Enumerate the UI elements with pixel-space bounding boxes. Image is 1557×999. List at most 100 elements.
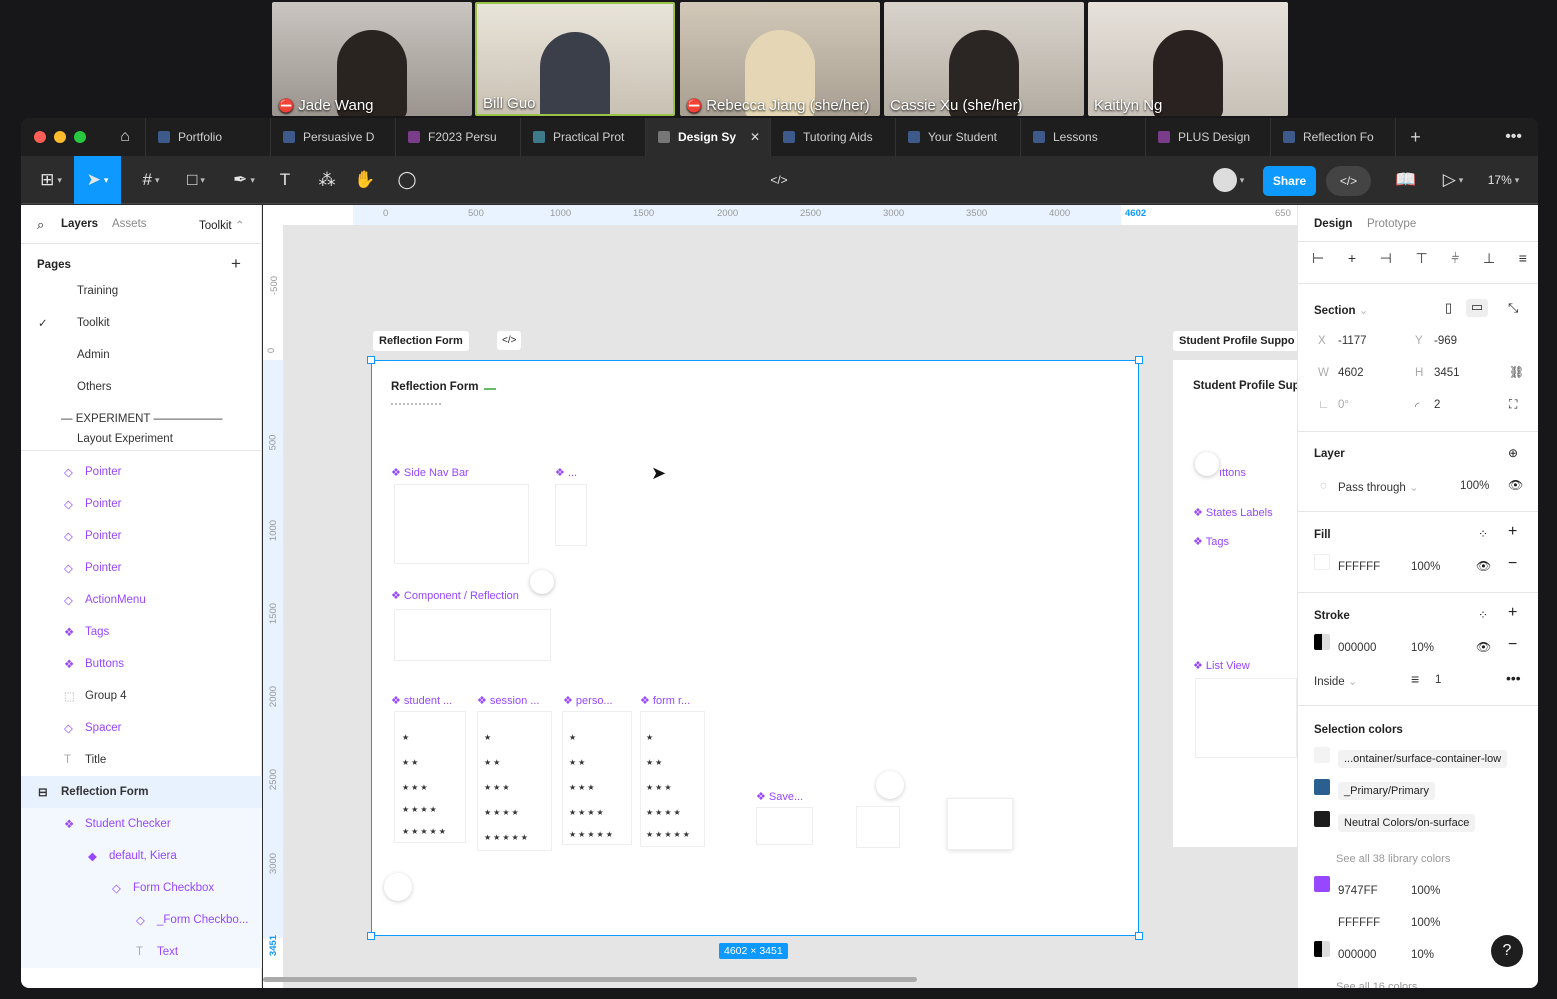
canvas[interactable]: 0 500 1000 1500 2000 2500 3000 3500 4000… [263, 205, 1297, 988]
layer-row[interactable]: ◇ Form Checkbox [21, 872, 262, 904]
library-color-name[interactable]: ...ontainer/surface-container-low [1338, 750, 1508, 768]
landscape-icon[interactable]: ▭ [1466, 299, 1488, 317]
search-icon[interactable]: ⌕ [37, 217, 44, 233]
width-field[interactable]: 4602 [1338, 367, 1364, 379]
tab-file[interactable]: Tutoring Aids [770, 118, 895, 156]
participant-tile[interactable]: ⛔ Rebecca Jiang (she/her) [680, 2, 880, 116]
page-item[interactable]: Training [21, 275, 262, 307]
home-icon[interactable]: ⌂ [105, 128, 145, 146]
participant-tile[interactable]: ⛔ Jade Wang [272, 2, 472, 116]
see-all-library-colors-link[interactable]: See all 38 library colors [1336, 853, 1450, 865]
tab-file[interactable]: Persuasive D [270, 118, 395, 156]
frame-label[interactable]: Reflection Form [373, 331, 469, 351]
stroke-weight-field[interactable]: 1 [1435, 674, 1441, 686]
hand-tool-icon[interactable]: ✋ [349, 156, 381, 204]
layer-row[interactable]: ❖ Buttons [21, 648, 262, 680]
rotation-field[interactable]: 0° [1338, 399, 1349, 411]
tab-layers[interactable]: Layers [61, 218, 98, 230]
color-swatch[interactable] [1314, 779, 1330, 795]
color-hex[interactable]: 9747FF [1338, 885, 1378, 897]
align-bottom-icon[interactable]: ⊥ [1483, 250, 1495, 267]
frame-dev-icon[interactable]: </> [497, 331, 522, 350]
main-menu-icon[interactable]: ⊞ ▾ [31, 156, 71, 204]
page-item[interactable]: — EXPERIMENT —————— [21, 403, 262, 435]
color-hex[interactable]: FFFFFF [1338, 917, 1380, 929]
pen-tool-icon[interactable]: ✒ ▾ [224, 156, 264, 204]
tab-file[interactable]: PLUS Design [1145, 118, 1270, 156]
add-fill-icon[interactable]: + [1508, 523, 1517, 541]
color-swatch[interactable] [1314, 747, 1330, 763]
components-icon[interactable]: ⁂ [311, 156, 343, 204]
move-tool-icon[interactable]: ➤ ▾ [74, 156, 121, 204]
color-swatch[interactable] [1314, 941, 1330, 957]
stroke-opacity-field[interactable]: 10% [1411, 642, 1434, 654]
constrain-proportions-icon[interactable]: ⛓ [1509, 365, 1524, 379]
portrait-icon[interactable]: ▯ [1445, 300, 1452, 316]
tab-file[interactable]: Your Student [895, 118, 1020, 156]
color-swatch[interactable] [1314, 811, 1330, 827]
color-swatch[interactable] [1314, 876, 1330, 892]
layer-row[interactable]: ❖ Student Checker [21, 808, 262, 840]
visibility-eye-icon[interactable]: 👁 [1508, 478, 1523, 492]
help-button[interactable]: ? [1491, 935, 1523, 967]
color-opacity[interactable]: 10% [1411, 949, 1434, 961]
style-icon[interactable]: ⁘ [1478, 608, 1488, 622]
participant-tile[interactable]: Kaitlyn Ng [1088, 2, 1288, 116]
layer-row[interactable]: ◇ Pointer [21, 488, 262, 520]
stroke-hex-field[interactable]: 000000 [1338, 642, 1376, 654]
tab-file[interactable]: Lessons [1020, 118, 1145, 156]
x-field[interactable]: -1177 [1338, 335, 1367, 347]
tab-assets[interactable]: Assets [112, 218, 147, 230]
frame-label[interactable]: Student Profile Suppo [1173, 331, 1297, 351]
horizontal-scrollbar[interactable] [263, 977, 917, 982]
layer-options-icon[interactable]: ⊕ [1508, 446, 1518, 460]
independent-corners-icon[interactable]: ⛶ [1509, 397, 1517, 412]
fill-opacity-field[interactable]: 100% [1411, 561, 1440, 573]
maximize-window-button[interactable] [74, 131, 86, 143]
tab-file-active[interactable]: Design Sy ✕ [645, 118, 770, 156]
color-opacity[interactable]: 100% [1411, 917, 1440, 929]
stroke-more-icon[interactable]: ••• [1506, 670, 1521, 686]
close-tab-icon[interactable]: ✕ [750, 130, 760, 144]
page-item-active[interactable]: ✓ Toolkit [21, 307, 262, 339]
remove-stroke-icon[interactable]: − [1508, 636, 1517, 654]
fill-swatch[interactable] [1314, 554, 1330, 570]
dev-mode-toggle[interactable]: </> [1326, 166, 1371, 196]
stroke-swatch[interactable] [1314, 634, 1330, 650]
align-right-icon[interactable]: ⊣ [1380, 250, 1392, 267]
tab-file[interactable]: Reflection Fo [1270, 118, 1395, 156]
reflection-form-section[interactable]: Reflection Form ❖ Side Nav Bar ❖ ... ❖ C… [367, 356, 1143, 940]
avatar[interactable]: ▾ [1206, 156, 1251, 204]
remove-fill-icon[interactable]: − [1508, 555, 1517, 573]
align-middle-icon[interactable]: ⫩ [1451, 250, 1459, 267]
present-icon[interactable]: ▷ ▾ [1433, 156, 1473, 204]
zoom-menu[interactable]: 17% ▾ [1481, 156, 1526, 204]
layer-row[interactable]: ❖ Tags [21, 616, 262, 648]
minimize-window-button[interactable] [54, 131, 66, 143]
student-profile-section[interactable]: Student Profile Sup ıttons ❖ States Labe… [1173, 360, 1297, 847]
layer-row[interactable]: ⬚ Group 4 [21, 680, 262, 712]
library-color-name[interactable]: Neutral Colors/on-surface [1338, 814, 1476, 832]
shape-tool-icon[interactable]: □ ▾ [176, 156, 216, 204]
dev-mode-icon[interactable]: </> [763, 156, 795, 204]
color-hex[interactable]: 000000 [1338, 949, 1376, 961]
layer-row[interactable]: ◇ ActionMenu [21, 584, 262, 616]
frame-tool-icon[interactable]: # ▾ [131, 156, 171, 204]
layer-opacity-field[interactable]: 100% [1460, 480, 1489, 492]
add-stroke-icon[interactable]: + [1508, 604, 1517, 622]
visibility-eye-icon[interactable]: 👁 [1476, 640, 1491, 654]
y-field[interactable]: -969 [1434, 335, 1457, 347]
participant-tile[interactable]: Cassie Xu (she/her) [884, 2, 1084, 116]
align-left-icon[interactable]: ⊢ [1312, 250, 1324, 267]
layer-row[interactable]: ◇ Pointer [21, 520, 262, 552]
height-field[interactable]: 3451 [1434, 367, 1460, 379]
section-title[interactable]: Section ⌄ [1314, 303, 1368, 317]
fill-hex-field[interactable]: FFFFFF [1338, 561, 1380, 573]
more-icon[interactable]: ••• [1505, 128, 1522, 146]
color-opacity[interactable]: 100% [1411, 885, 1440, 897]
align-center-h-icon[interactable]: + [1348, 250, 1356, 267]
see-all-colors-link[interactable]: See all 16 colors [1336, 981, 1417, 988]
layer-row[interactable]: ◇ Pointer [21, 456, 262, 488]
color-swatch[interactable] [1314, 908, 1330, 924]
new-tab-icon[interactable]: + [1395, 118, 1435, 156]
